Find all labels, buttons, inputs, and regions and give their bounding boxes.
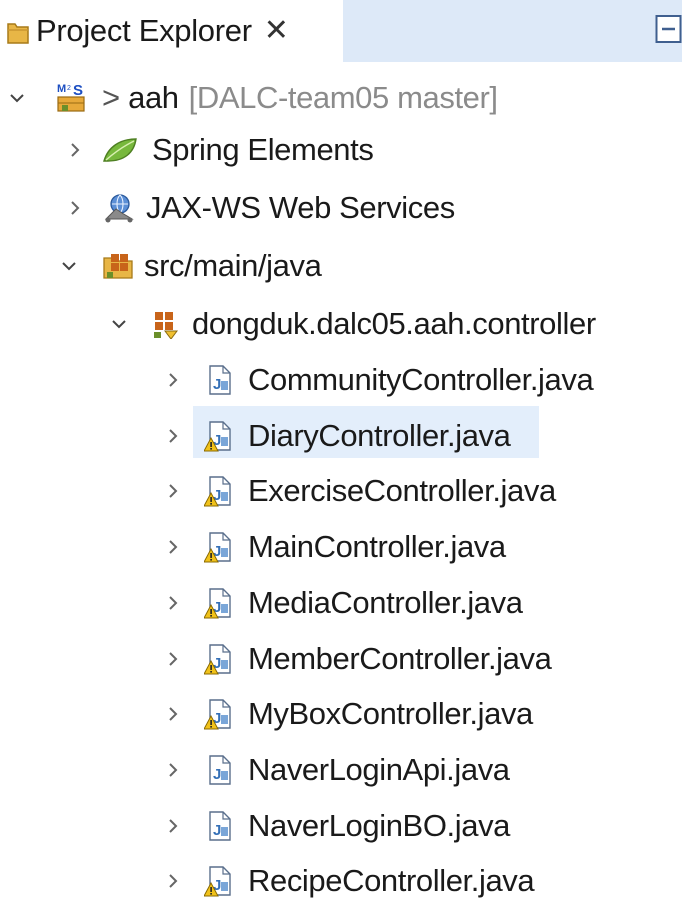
chevron-down-icon[interactable]	[110, 315, 128, 333]
tree-node-file[interactable]: J MemberController.java	[0, 633, 682, 685]
file-label: NaverLoginBO.java	[248, 808, 511, 843]
tree-node-file[interactable]: J DiaryController.java	[0, 410, 682, 462]
tree-node-file[interactable]: J ExerciseController.java	[0, 465, 682, 517]
folder-icon	[6, 16, 30, 46]
tree-node-file[interactable]: J NaverLoginApi.java	[0, 744, 682, 796]
java-file-warning-icon: J	[204, 420, 234, 452]
file-label: NaverLoginApi.java	[248, 752, 510, 787]
chevron-right-icon[interactable]	[164, 371, 182, 389]
java-file-warning-icon: J	[204, 865, 234, 897]
tree-node-file[interactable]: J RecipeController.java	[0, 855, 682, 907]
java-file-warning-icon: J	[204, 531, 234, 563]
java-file-icon: J	[204, 364, 234, 396]
svg-text:J: J	[213, 376, 221, 393]
java-file-warning-icon: J	[204, 587, 234, 619]
chevron-right-icon[interactable]	[164, 872, 182, 890]
file-label: RecipeController.java	[248, 863, 535, 898]
tree-node-file[interactable]: J MainController.java	[0, 521, 682, 573]
tree-node-file[interactable]: J MediaController.java	[0, 577, 682, 629]
tab-project-explorer[interactable]: Project Explorer ✕	[0, 0, 343, 62]
file-label: ExerciseController.java	[248, 473, 556, 508]
node-label: dongduk.dalc05.aah.controller	[192, 306, 596, 341]
chevron-right-icon[interactable]	[164, 761, 182, 779]
repo-prefix: >	[102, 80, 121, 115]
file-label: MemberController.java	[248, 641, 552, 676]
svg-text:J: J	[213, 766, 221, 783]
file-label: CommunityController.java	[248, 362, 594, 397]
svg-text:J: J	[213, 822, 221, 839]
chevron-right-icon[interactable]	[164, 427, 182, 445]
tree-node-file[interactable]: J MyBoxController.java	[0, 688, 682, 740]
file-label: DiaryController.java	[248, 418, 511, 453]
node-label: JAX-WS Web Services	[146, 190, 455, 225]
minimize-view-icon[interactable]	[655, 14, 682, 44]
chevron-right-icon[interactable]	[164, 594, 182, 612]
node-label: Spring Elements	[152, 132, 374, 167]
chevron-right-icon[interactable]	[164, 650, 182, 668]
chevron-right-icon[interactable]	[66, 141, 84, 159]
chevron-right-icon[interactable]	[164, 705, 182, 723]
file-label: MainController.java	[248, 529, 506, 564]
java-file-icon: J	[204, 754, 234, 786]
java-file-warning-icon: J	[204, 698, 234, 730]
java-file-warning-icon: J	[204, 475, 234, 507]
tree-node-project-aah[interactable]: M 2 S > aah [DALC-team05 master]	[0, 72, 682, 124]
chevron-right-icon[interactable]	[164, 538, 182, 556]
tree-node-src-main-java[interactable]: src/main/java	[0, 240, 682, 292]
chevron-down-icon[interactable]	[8, 89, 26, 107]
svg-text:2: 2	[67, 85, 71, 92]
source-folder-icon	[102, 250, 136, 282]
close-icon[interactable]: ✕	[264, 16, 289, 46]
project-name: aah	[128, 80, 179, 115]
java-file-icon: J	[204, 810, 234, 842]
maven-spring-project-icon: M 2 S	[56, 81, 88, 115]
tree-node-file[interactable]: J NaverLoginBO.java	[0, 800, 682, 852]
view-tab-strip: Project Explorer ✕	[0, 0, 682, 62]
tree-node-spring-elements[interactable]: Spring Elements	[0, 124, 682, 176]
file-label: MyBoxController.java	[248, 696, 533, 731]
file-label: MediaController.java	[248, 585, 523, 620]
tab-title: Project Explorer	[36, 13, 252, 48]
tree-node-jax-ws[interactable]: JAX-WS Web Services	[0, 182, 682, 234]
project-tree: M 2 S > aah [DALC-team05 master] Spring …	[0, 62, 682, 911]
chevron-right-icon[interactable]	[164, 482, 182, 500]
tree-node-file[interactable]: J CommunityController.java	[0, 354, 682, 406]
git-branch-decoration: [DALC-team05 master]	[188, 80, 498, 115]
node-label: src/main/java	[144, 248, 322, 283]
package-icon	[152, 309, 178, 339]
tree-node-package-controller[interactable]: dongduk.dalc05.aah.controller	[0, 298, 682, 350]
spring-leaf-icon	[102, 137, 138, 163]
chevron-down-icon[interactable]	[60, 257, 78, 275]
chevron-right-icon[interactable]	[66, 199, 84, 217]
java-file-warning-icon: J	[204, 643, 234, 675]
chevron-right-icon[interactable]	[164, 817, 182, 835]
svg-text:M: M	[57, 83, 66, 95]
web-services-icon	[102, 193, 134, 223]
